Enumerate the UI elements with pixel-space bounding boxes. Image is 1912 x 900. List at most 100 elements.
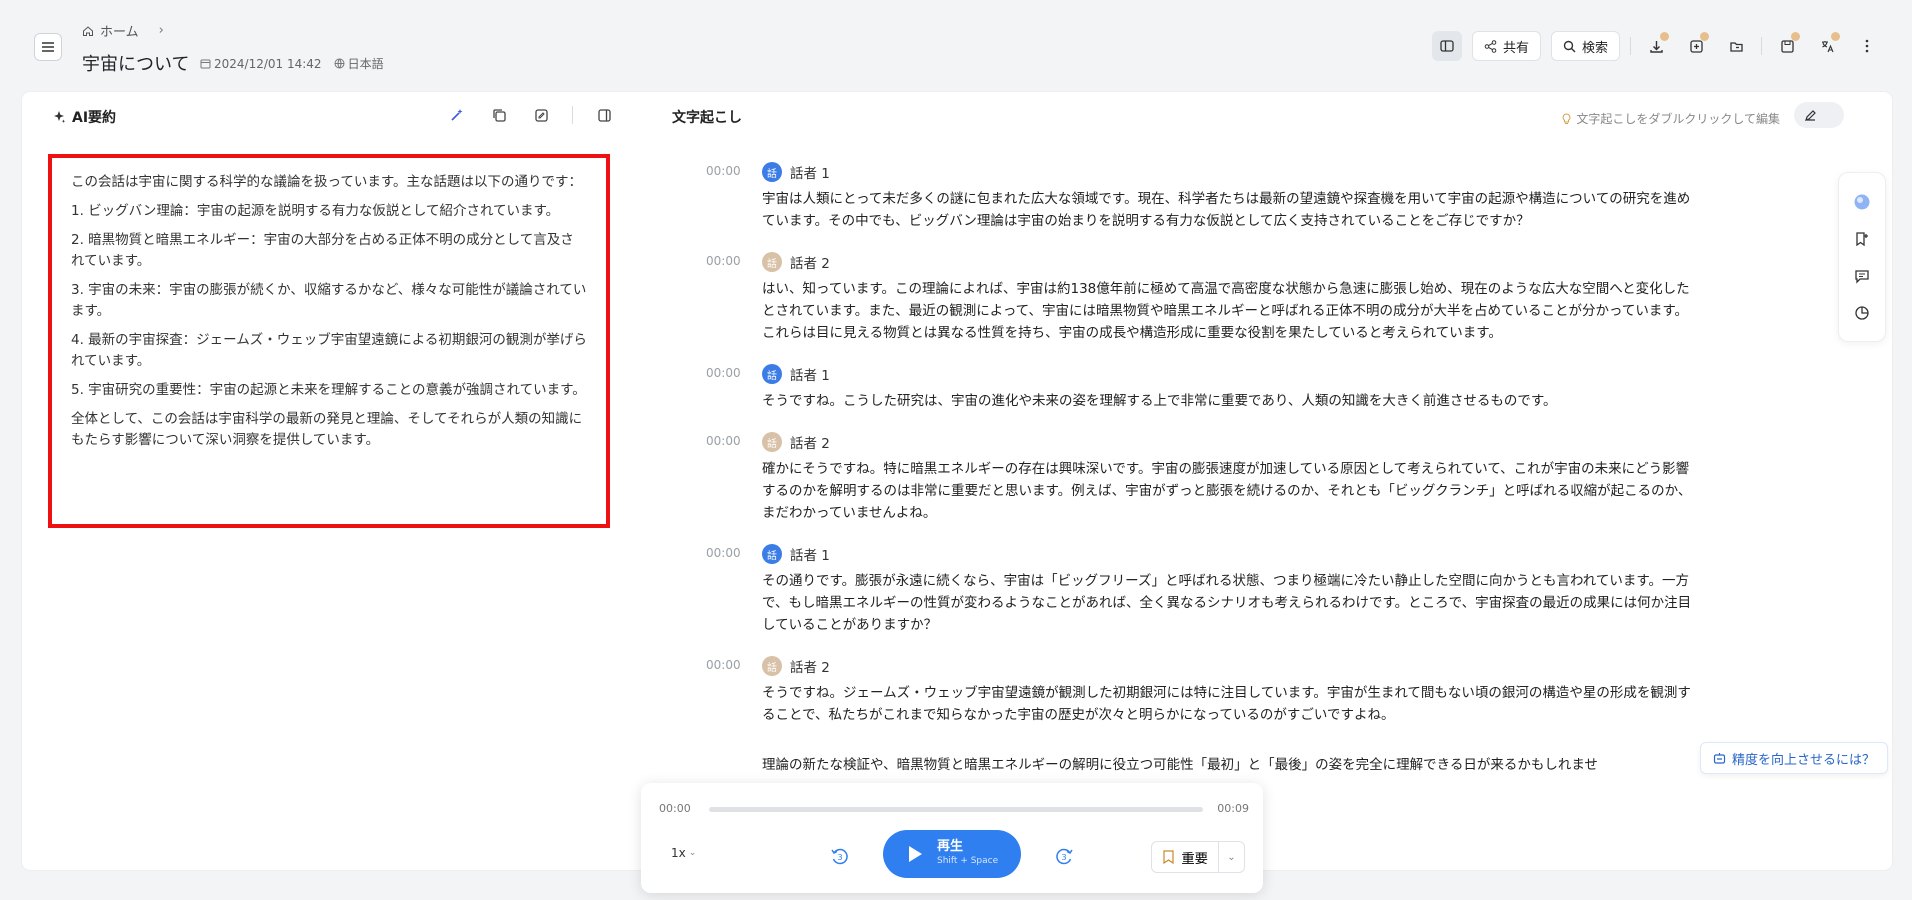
lightbulb-icon	[1562, 112, 1571, 124]
transcript-segment[interactable]: 00:00 話 話者 1 宇宙は人類にとって未だ多くの謎に包まれた広大な領域です…	[706, 160, 1692, 232]
folder-icon	[1729, 41, 1743, 52]
segment-timestamp[interactable]: 00:00	[706, 366, 741, 380]
ai-assistant-button[interactable]	[1850, 190, 1874, 214]
playback-speed-select[interactable]: 1x ⌄	[671, 846, 696, 860]
segment-timestamp[interactable]: 00:00	[706, 546, 741, 560]
play-icon	[909, 846, 922, 862]
ai-summary-box: この会話は宇宙に関する科学的な議論を扱っています。主な話題は以下の通りです： 1…	[48, 154, 610, 528]
transcript-segment[interactable]: 00:00 話 話者 1 そうですね。こうした研究は、宇宙の進化や未来の姿を理解…	[706, 362, 1692, 412]
edit-mode-toggle[interactable]	[1794, 102, 1844, 128]
transcript-segment[interactable]: 00:00 話 話者 2 はい、知っています。この理論によれば、宇宙は約138億…	[706, 250, 1692, 344]
layout-toggle-button[interactable]	[1431, 31, 1462, 61]
progress-bar[interactable]	[709, 807, 1203, 812]
download-button[interactable]	[1641, 31, 1671, 61]
summary-toolbar	[446, 104, 615, 126]
rewind-icon: 3	[831, 848, 848, 865]
notification-dot	[1791, 32, 1800, 41]
summary-template-button[interactable]	[530, 104, 552, 126]
translate-button[interactable]	[1812, 31, 1842, 61]
magic-wand-icon	[451, 109, 463, 121]
breadcrumb-home-link[interactable]: ホーム	[100, 21, 139, 40]
segment-text[interactable]: その通りです。膨張が永遠に続くなら、宇宙は「ビッグフリーズ」と呼ばれる状態、つま…	[762, 570, 1692, 636]
transcript-segment[interactable]: 00:00 話 話者 1 その通りです。膨張が永遠に続くなら、宇宙は「ビッグフリ…	[706, 542, 1692, 636]
toolbar: 共有 検索	[1431, 30, 1882, 62]
comment-icon	[1855, 269, 1869, 284]
edit-note-icon	[534, 108, 548, 122]
svg-text:3: 3	[837, 853, 842, 862]
more-options-button[interactable]	[1852, 31, 1882, 61]
bookmark-button[interactable]	[1850, 227, 1874, 251]
summary-paragraph: 1. ビッグバン理論：宇宙の起源を説明する有力な仮説として紹介されています。	[71, 203, 560, 219]
segment-timestamp[interactable]: 00:00	[706, 434, 741, 448]
segment-timestamp[interactable]: 00:00	[706, 164, 741, 178]
content-card: AI要約 この会話は宇宙に関する科学的な議論を扱っています。主な話題は以下の通り…	[22, 92, 1892, 870]
summary-paragraph: 2. 暗黒物質と暗黒エネルギー：宇宙の大部分を占める正体不明の成分として言及され…	[71, 232, 574, 269]
summary-title: AI要約	[72, 110, 117, 126]
notification-dot	[1700, 32, 1709, 41]
segment-text[interactable]: はい、知っています。この理論によれば、宇宙は約138億年前に極めて高温で高密度な…	[762, 278, 1692, 344]
document-meta: 2024/12/01 14:42 日本語	[200, 55, 384, 72]
save-icon	[1780, 39, 1794, 53]
globe-icon	[334, 58, 345, 69]
segment-text[interactable]: そうですね。こうした研究は、宇宙の進化や未来の姿を理解する上で非常に重要であり、…	[762, 390, 1692, 412]
speaker-name[interactable]: 話者 1	[790, 162, 830, 182]
regenerate-summary-button[interactable]	[446, 104, 468, 126]
transcript-segment[interactable]: 理論の新たな検証や、暗黒物質と暗黒エネルギーの解明に役立つ可能性「最初」と「最後…	[762, 754, 1692, 776]
breadcrumb: ホーム ›	[82, 21, 164, 40]
speaker-avatar: 話	[762, 162, 782, 182]
page-title[interactable]: 宇宙について	[82, 50, 189, 76]
duration: 00:09	[1217, 802, 1249, 815]
folder-button[interactable]	[1721, 31, 1751, 61]
chevron-down-icon: ⌄	[688, 848, 697, 858]
summary-paragraph: 全体として、この会話は宇宙科学の最新の発見と理論、そしてそれらが人類の知識にもた…	[71, 411, 583, 448]
menu-button[interactable]	[34, 33, 62, 61]
segment-text[interactable]: 宇宙は人類にとって未だ多くの謎に包まれた広大な領域です。現在、科学者たちは最新の…	[762, 188, 1692, 232]
more-vertical-icon	[1865, 39, 1869, 53]
segment-timestamp[interactable]: 00:00	[706, 658, 741, 672]
search-label: 検索	[1581, 40, 1608, 56]
search-button[interactable]: 検索	[1550, 31, 1620, 61]
export-icon	[1689, 39, 1703, 53]
play-shortcut: Shift + Space	[937, 856, 999, 866]
speaker-name[interactable]: 話者 1	[790, 364, 830, 384]
toolbar-divider	[1630, 37, 1631, 55]
ai-orb-icon	[1854, 194, 1870, 209]
transcript-title: 文字起こし	[672, 110, 742, 126]
collapse-panel-button[interactable]	[593, 104, 615, 126]
statistics-button[interactable]	[1850, 301, 1874, 325]
segment-timestamp[interactable]: 00:00	[706, 254, 741, 268]
skip-forward-button[interactable]: 3	[1051, 843, 1077, 869]
comments-button[interactable]	[1850, 264, 1874, 288]
play-label: 再生	[937, 839, 964, 854]
document-date: 2024/12/01 14:42	[214, 56, 322, 71]
speaker-avatar: 話	[762, 656, 782, 676]
segment-text[interactable]: そうですね。ジェームズ・ウェッブ宇宙望遠鏡が観測した初期銀河には特に注目していま…	[762, 682, 1692, 726]
transcript-segment[interactable]: 00:00 話 話者 2 確かにそうですね。特に暗黒エネルギーの存在は興味深いで…	[706, 430, 1692, 524]
right-tool-rail	[1838, 172, 1886, 342]
speaker-avatar: 話	[762, 364, 782, 384]
improve-accuracy-link[interactable]: 精度を向上させるには？	[1700, 742, 1889, 774]
export-button[interactable]	[1681, 31, 1711, 61]
speaker-name[interactable]: 話者 2	[790, 656, 830, 676]
mark-important-button[interactable]: 重要	[1152, 842, 1218, 872]
toolbar-divider	[1761, 37, 1762, 55]
segment-text[interactable]: 確かにそうですね。特に暗黒エネルギーの存在は興味深いです。宇宙の膨張速度が加速し…	[762, 458, 1692, 524]
transcript-segment[interactable]: 00:00 話 話者 2 そうですね。ジェームズ・ウェッブ宇宙望遠鏡が観測した初…	[706, 654, 1692, 726]
speaker-name[interactable]: 話者 2	[790, 432, 830, 452]
audio-player: 00:00 00:09 1x ⌄ 3 再生 Shift + Space 3 重要…	[641, 783, 1263, 893]
speaker-name[interactable]: 話者 2	[790, 252, 830, 272]
copy-summary-button[interactable]	[488, 104, 510, 126]
segment-text[interactable]: 理論の新たな検証や、暗黒物質と暗黒エネルギーの解明に役立つ可能性「最初」と「最後…	[762, 754, 1692, 776]
summary-paragraph: 5. 宇宙研究の重要性：宇宙の起源と未来を理解することの意義が強調されています。	[71, 382, 586, 398]
speaker-name[interactable]: 話者 1	[790, 544, 830, 564]
language-selector[interactable]: 日本語	[334, 55, 384, 72]
play-button[interactable]: 再生 Shift + Space	[883, 830, 1021, 878]
calendar-icon	[200, 59, 211, 69]
notification-dot	[1660, 32, 1669, 41]
header: ホーム › 宇宙について 2024/12/01 14:42 日本語 共有 検索	[0, 0, 1912, 90]
important-dropdown-button[interactable]: ⌄	[1218, 842, 1244, 872]
share-button[interactable]: 共有	[1471, 31, 1541, 61]
skip-back-button[interactable]: 3	[827, 843, 853, 869]
save-button[interactable]	[1772, 31, 1802, 61]
share-label: 共有	[1502, 40, 1529, 56]
